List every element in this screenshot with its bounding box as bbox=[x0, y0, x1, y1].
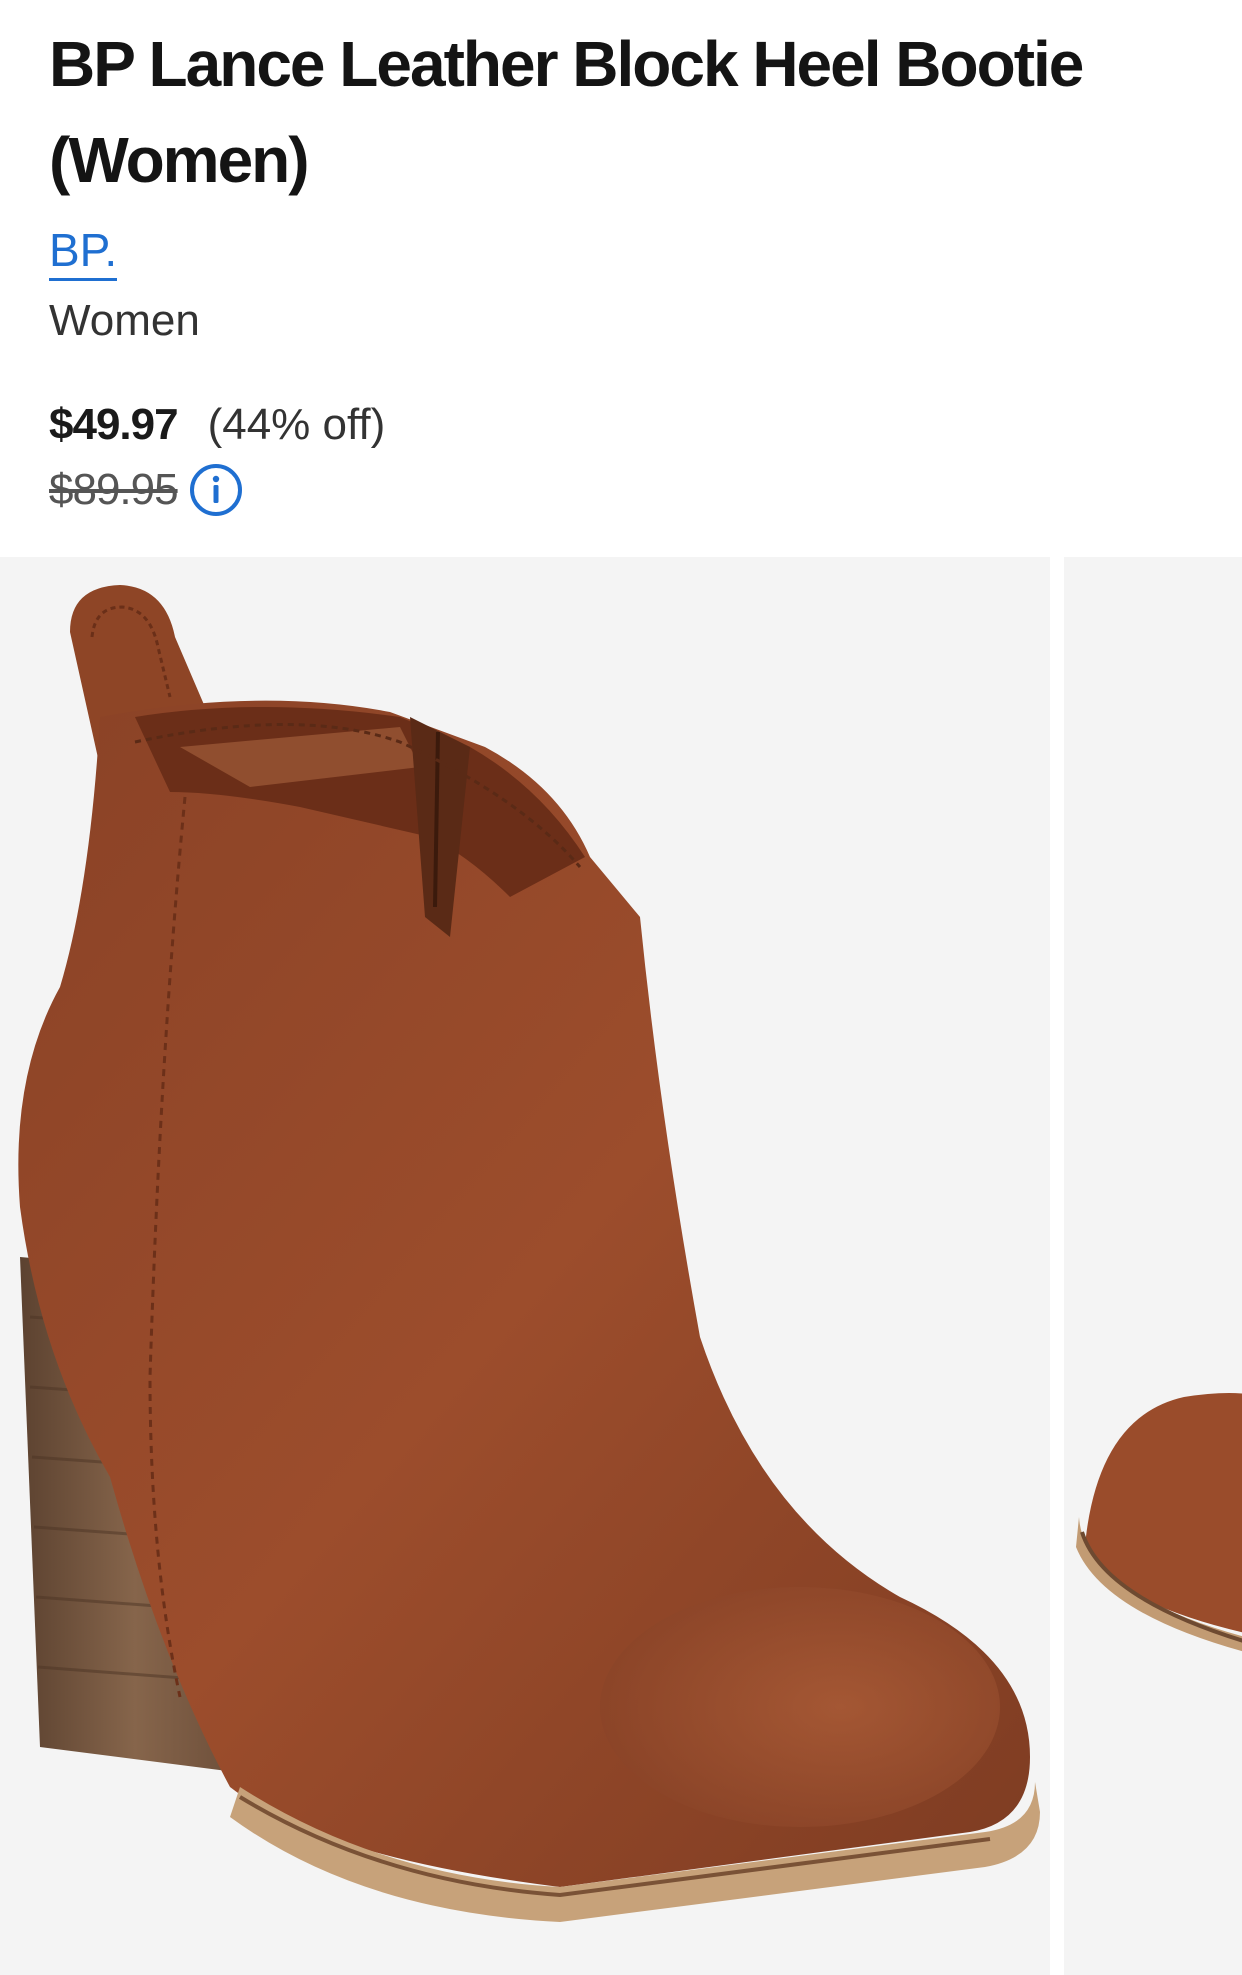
boot-image bbox=[18, 585, 1040, 1922]
boot-toe-image bbox=[1076, 1393, 1242, 1652]
original-price-row: $89.95 bbox=[49, 459, 1199, 521]
product-image-carousel[interactable] bbox=[0, 557, 1242, 1975]
product-image-secondary[interactable] bbox=[1064, 557, 1242, 1975]
product-image-main[interactable] bbox=[0, 557, 1050, 1975]
product-header: BP Lance Leather Block Heel Bootie (Wome… bbox=[49, 16, 1199, 521]
current-price: $49.97 bbox=[49, 400, 179, 449]
brand-link[interactable]: BP. bbox=[49, 222, 118, 281]
price-row: $49.97 (44% off) bbox=[49, 397, 1199, 453]
discount-percent: (44% off) bbox=[207, 400, 386, 449]
original-price: $89.95 bbox=[49, 465, 179, 514]
info-circle-icon[interactable] bbox=[188, 462, 244, 518]
product-title: BP Lance Leather Block Heel Bootie (Wome… bbox=[49, 28, 1084, 196]
product-category: Women bbox=[49, 296, 200, 345]
